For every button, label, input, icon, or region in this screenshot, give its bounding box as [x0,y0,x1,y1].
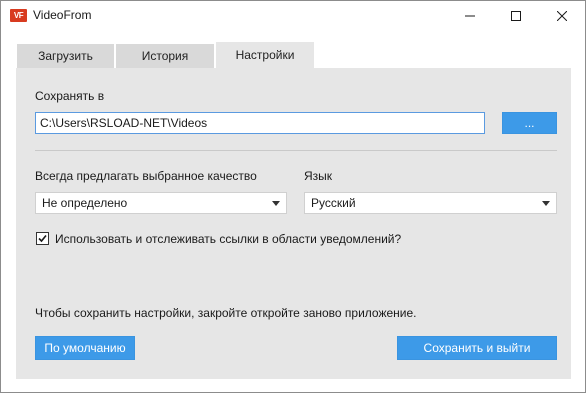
save-path-input[interactable]: C:\Users\RSLOAD-NET\Videos [35,112,485,134]
close-button[interactable] [539,1,585,31]
chevron-down-icon [272,201,280,206]
language-label: Язык [304,169,333,183]
reset-defaults-button[interactable]: По умолчанию [35,336,135,360]
section-divider [35,150,557,151]
tab-upload[interactable]: Загрузить [17,44,114,69]
chevron-down-icon [542,201,550,206]
browse-button[interactable]: ... [502,112,557,134]
maximize-icon [511,11,521,21]
monitor-links-label[interactable]: Использовать и отслеживать ссылки в обла… [55,232,401,246]
settings-panel: Сохранять в C:\Users\RSLOAD-NET\Videos .… [16,68,571,379]
monitor-links-checkbox[interactable] [36,232,49,245]
window-title: VideoFrom [33,8,92,22]
checkmark-icon [38,234,47,243]
tab-settings[interactable]: Настройки [216,42,314,69]
save-to-label: Сохранять в [35,89,105,103]
app-window: VF VideoFrom Загрузить История Настройки… [0,0,586,393]
language-dropdown-value: Русский [311,196,356,210]
maximize-button[interactable] [493,1,539,31]
close-icon [557,11,567,21]
quality-dropdown-value: Не определено [42,196,128,210]
videofrom-logo-icon: VF [10,9,27,22]
language-dropdown[interactable]: Русский [304,192,557,214]
minimize-icon [465,15,475,17]
minimize-button[interactable] [447,1,493,31]
restart-note: Чтобы сохранить настройки, закройте откр… [35,306,417,320]
tab-history[interactable]: История [116,44,214,69]
quality-label: Всегда предлагать выбранное качество [35,169,257,183]
title-bar[interactable]: VF VideoFrom [1,1,585,31]
quality-dropdown[interactable]: Не определено [35,192,287,214]
save-and-exit-button[interactable]: Сохранить и выйти [397,336,557,360]
